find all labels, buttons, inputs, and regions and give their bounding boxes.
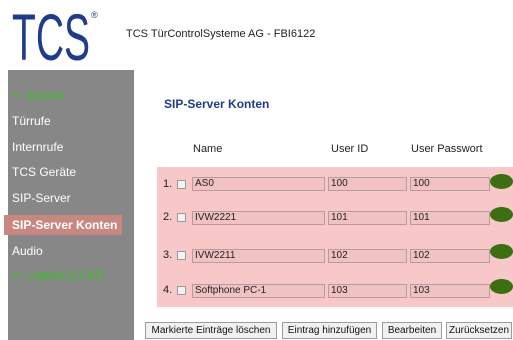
sidebar-item-logout[interactable]: <- Logout (13:41): [12, 268, 104, 282]
row-number: 4.: [163, 284, 173, 296]
sidebar-item-sip-server[interactable]: SIP-Server: [12, 191, 71, 205]
status-led-icon: [490, 207, 513, 222]
user-password-field[interactable]: 103: [410, 284, 490, 298]
section-title: SIP-Server Konten: [164, 97, 270, 111]
svg-text:®: ®: [91, 10, 98, 20]
user-id-field[interactable]: 103: [328, 284, 407, 298]
name-field[interactable]: IVW2221: [192, 211, 325, 225]
row-number: 1.: [163, 178, 173, 190]
user-password-field[interactable]: 101: [410, 211, 490, 225]
name-field[interactable]: Softphone PC-1: [192, 284, 325, 298]
sidebar: [8, 70, 134, 340]
status-led-icon: [490, 174, 513, 189]
sidebar-item-tcs-geraete[interactable]: TCS Geräte: [12, 165, 76, 179]
sidebar-item-tuerrufe[interactable]: Türrufe: [12, 114, 51, 128]
header-title: TCS TürControlSysteme AG - FBI6122: [126, 28, 316, 40]
name-field[interactable]: IVW2211: [192, 249, 325, 263]
header: TCS ® TCS TürControlSysteme AG - FBI6122: [0, 0, 513, 70]
sidebar-item-back[interactable]: <- Zurück: [12, 88, 63, 102]
tcs-logo: TCS ®: [12, 4, 98, 64]
row-number: 2.: [163, 211, 173, 223]
reset-button[interactable]: Zurücksetzen: [446, 322, 512, 339]
row-checkbox[interactable]: [177, 180, 186, 189]
add-entry-button[interactable]: Eintrag hinzufügen: [282, 322, 377, 339]
column-header-user-id: User ID: [331, 143, 369, 155]
row-checkbox[interactable]: [177, 213, 186, 222]
sidebar-item-internrufe[interactable]: Internrufe: [12, 140, 63, 154]
edit-button[interactable]: Bearbeiten: [382, 322, 442, 339]
sidebar-item-audio[interactable]: Audio: [12, 244, 43, 258]
svg-text:TCS: TCS: [12, 4, 90, 64]
status-led-icon: [490, 279, 513, 294]
name-field[interactable]: AS0: [192, 177, 325, 191]
row-checkbox[interactable]: [177, 286, 186, 295]
user-id-field[interactable]: 102: [328, 249, 407, 263]
status-led-icon: [490, 244, 513, 259]
user-id-field[interactable]: 100: [328, 177, 407, 191]
user-id-field[interactable]: 101: [328, 211, 407, 225]
row-number: 3.: [163, 249, 173, 261]
delete-marked-button[interactable]: Markierte Einträge löschen: [145, 322, 277, 339]
user-password-field[interactable]: 100: [410, 177, 490, 191]
column-header-user-password: User Passwort: [411, 143, 483, 155]
row-checkbox[interactable]: [177, 251, 186, 260]
user-password-field[interactable]: 102: [410, 249, 490, 263]
column-header-name: Name: [193, 143, 223, 155]
sidebar-item-sip-server-konten[interactable]: SIP-Server Konten: [4, 215, 122, 235]
